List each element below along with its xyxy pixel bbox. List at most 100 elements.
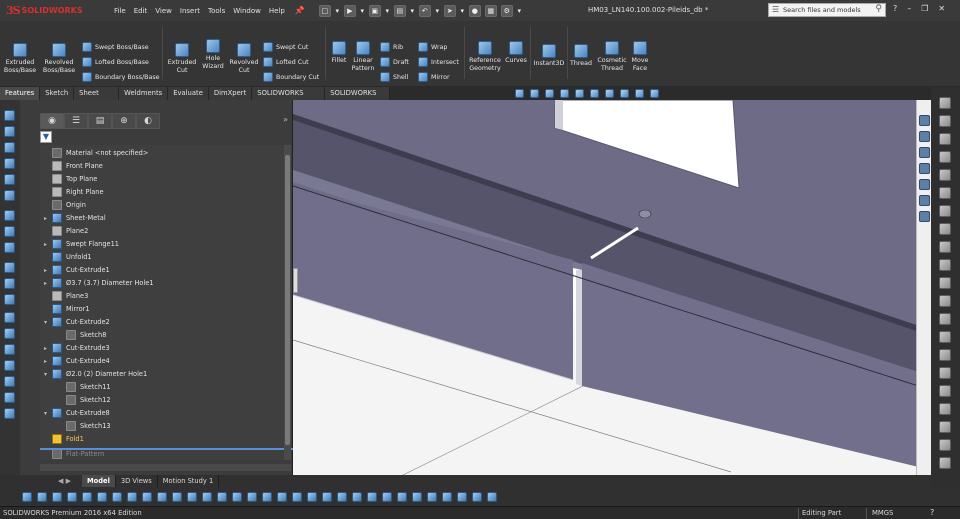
insert-bends-icon[interactable] [939,439,951,451]
jog-icon[interactable] [939,169,951,181]
display-style-icon[interactable] [590,89,599,98]
tree-item-plane2[interactable]: Plane2 [44,225,88,237]
apply-scene-icon[interactable] [635,89,644,98]
menu-insert[interactable]: Insert [176,7,204,15]
dropdown-arrow-icon[interactable]: ▾ [435,5,440,17]
filter-dowel-pin-icon[interactable] [367,491,377,502]
configurationmanager-tab-icon[interactable]: ▤ [88,113,112,129]
trim-tool-icon[interactable] [4,226,15,237]
zoom-to-fit-icon[interactable] [515,89,524,98]
tab-model[interactable]: Model [82,475,116,487]
spline-tool-icon[interactable] [4,210,15,221]
filter-dimensions-icon[interactable] [232,491,242,502]
extruded-cut-button[interactable]: Extruded Cut [166,43,198,75]
corner-relief-icon[interactable] [939,367,951,379]
filter-vertices-icon[interactable] [37,491,47,502]
expand-arrow-icon[interactable]: ▸ [44,241,52,248]
dropdown-arrow-icon[interactable]: ▾ [517,5,522,17]
traffic-light-icon[interactable]: ● [468,4,481,17]
filter-axes-icon[interactable] [127,491,137,502]
help-dropdown-icon[interactable]: ? [893,4,897,13]
tree-item-sketch13[interactable]: Sketch13 [58,420,111,432]
instant2d-icon[interactable] [4,392,15,403]
collapse-arrow-icon[interactable]: ▾ [44,371,52,378]
displaymanager-tab-icon[interactable]: ◐ [136,113,160,129]
tree-item-plane3[interactable]: Plane3 [44,290,88,302]
new-document-icon[interactable]: □ [318,4,331,17]
expand-arrow-icon[interactable]: ▸ [44,280,52,287]
home-icon[interactable] [919,115,930,126]
tree-item-mirror1[interactable]: Mirror1 [44,303,90,315]
options-gear-icon[interactable]: ⚙ [500,4,513,17]
closed-corner-icon[interactable] [939,385,951,397]
tab-scroll-arrows-icon[interactable]: ◀ ▶ [58,475,71,487]
tree-vertical-scrollbar[interactable] [284,145,291,460]
propertymanager-tab-icon[interactable]: ☰ [64,113,88,129]
display-relations-icon[interactable] [4,328,15,339]
swept-cut-button[interactable]: Swept Cut [263,42,308,52]
tab-motion-study[interactable]: Motion Study 1 [158,475,220,487]
restore-icon[interactable]: ❐ [921,4,928,13]
cosmetic-thread-button[interactable]: Cosmetic Thread [596,41,628,73]
menu-view[interactable]: View [151,7,176,15]
add-relation-icon[interactable] [4,312,15,323]
tree-item-cut-extrude2[interactable]: ▾ Cut-Extrude2 [44,316,110,328]
swept-boss-base-button[interactable]: Swept Boss/Base [82,42,149,52]
circle-tool-icon[interactable] [4,174,15,185]
menu-help[interactable]: Help [265,7,289,15]
hole-wizard-button[interactable]: Hole Wizard [199,39,227,71]
featuremanager-tab-icon[interactable]: ◉ [40,113,64,129]
select-arrow-icon[interactable] [67,491,77,502]
panel-resize-handle[interactable] [293,268,298,293]
filter-splines-icon[interactable] [442,491,452,502]
lofted-cut-button[interactable]: Lofted Cut [263,57,309,67]
rollback-bar[interactable] [40,448,303,450]
view-settings-icon[interactable] [650,89,659,98]
graphics-area[interactable] [293,100,931,478]
tree-item-fold1[interactable]: Fold1 [44,433,84,445]
custom-properties-icon[interactable] [919,211,930,222]
expand-arrow-icon[interactable]: ▸ [44,267,52,274]
line-tool-icon[interactable] [4,142,15,153]
view-orientation-icon[interactable] [575,89,584,98]
filter-sketch-regions-icon[interactable] [487,491,497,502]
design-library-icon[interactable] [919,147,930,158]
filter-welds-icon[interactable] [427,491,437,502]
tree-item-sketch12[interactable]: Sketch12 [58,394,111,406]
shaded-sketch-icon[interactable] [4,408,15,419]
extruded-cut-tool-icon[interactable] [939,313,951,325]
tree-horizontal-scrollbar[interactable] [40,464,291,471]
extruded-boss-base-button[interactable]: Extruded Boss/Base [3,43,37,75]
filter-centerlines-icon[interactable] [217,491,227,502]
filter-icon[interactable]: ▼ [40,131,52,143]
tree-item-cut-extrude4[interactable]: ▸ Cut-Extrude4 [44,355,110,367]
tree-item-sketch8[interactable]: Sketch8 [58,329,106,341]
appearances-icon[interactable] [919,195,930,206]
tab-solidworks-mbd[interactable]: SOLIDWORKS MBD [325,87,390,110]
dropdown-arrow-icon[interactable]: ▾ [360,5,365,17]
menu-file[interactable]: File [110,7,130,15]
rib-button[interactable]: Rib [380,42,403,52]
expand-arrow-icon[interactable]: ▸ [44,358,52,365]
hem-icon[interactable] [939,151,951,163]
repair-sketch-icon[interactable] [4,344,15,355]
intersect-button[interactable]: Intersect [418,57,459,67]
boundary-boss-base-button[interactable]: Boundary Boss/Base [82,72,160,82]
zoom-to-area-icon[interactable] [530,89,539,98]
tab-solidworks-add-ins[interactable]: SOLIDWORKS Add-Ins [252,87,326,110]
rip-icon[interactable] [939,295,951,307]
tree-item-sheet-metal[interactable]: ▸ Sheet-Metal [44,212,106,224]
tree-item-cut-extrude1[interactable]: ▸ Cut-Extrude1 [44,264,110,276]
filter-surface-finish-icon[interactable] [247,491,257,502]
tree-item-origin[interactable]: Origin [44,199,86,211]
dropdown-arrow-icon[interactable]: ▾ [385,5,390,17]
rectangle-tool-icon[interactable] [4,158,15,169]
solidworks-logo[interactable]: 3S SOLIDWORKS [0,0,100,21]
wrap-button[interactable]: Wrap [418,42,447,52]
edit-appearance-icon[interactable] [620,89,629,98]
tab-dimxpert[interactable]: DimXpert [208,87,253,100]
expand-arrow-icon[interactable]: ▸ [44,215,52,222]
filter-center-marks-icon[interactable] [202,491,212,502]
filter-faces-icon[interactable] [82,491,92,502]
arc-tool-icon[interactable] [4,190,15,201]
